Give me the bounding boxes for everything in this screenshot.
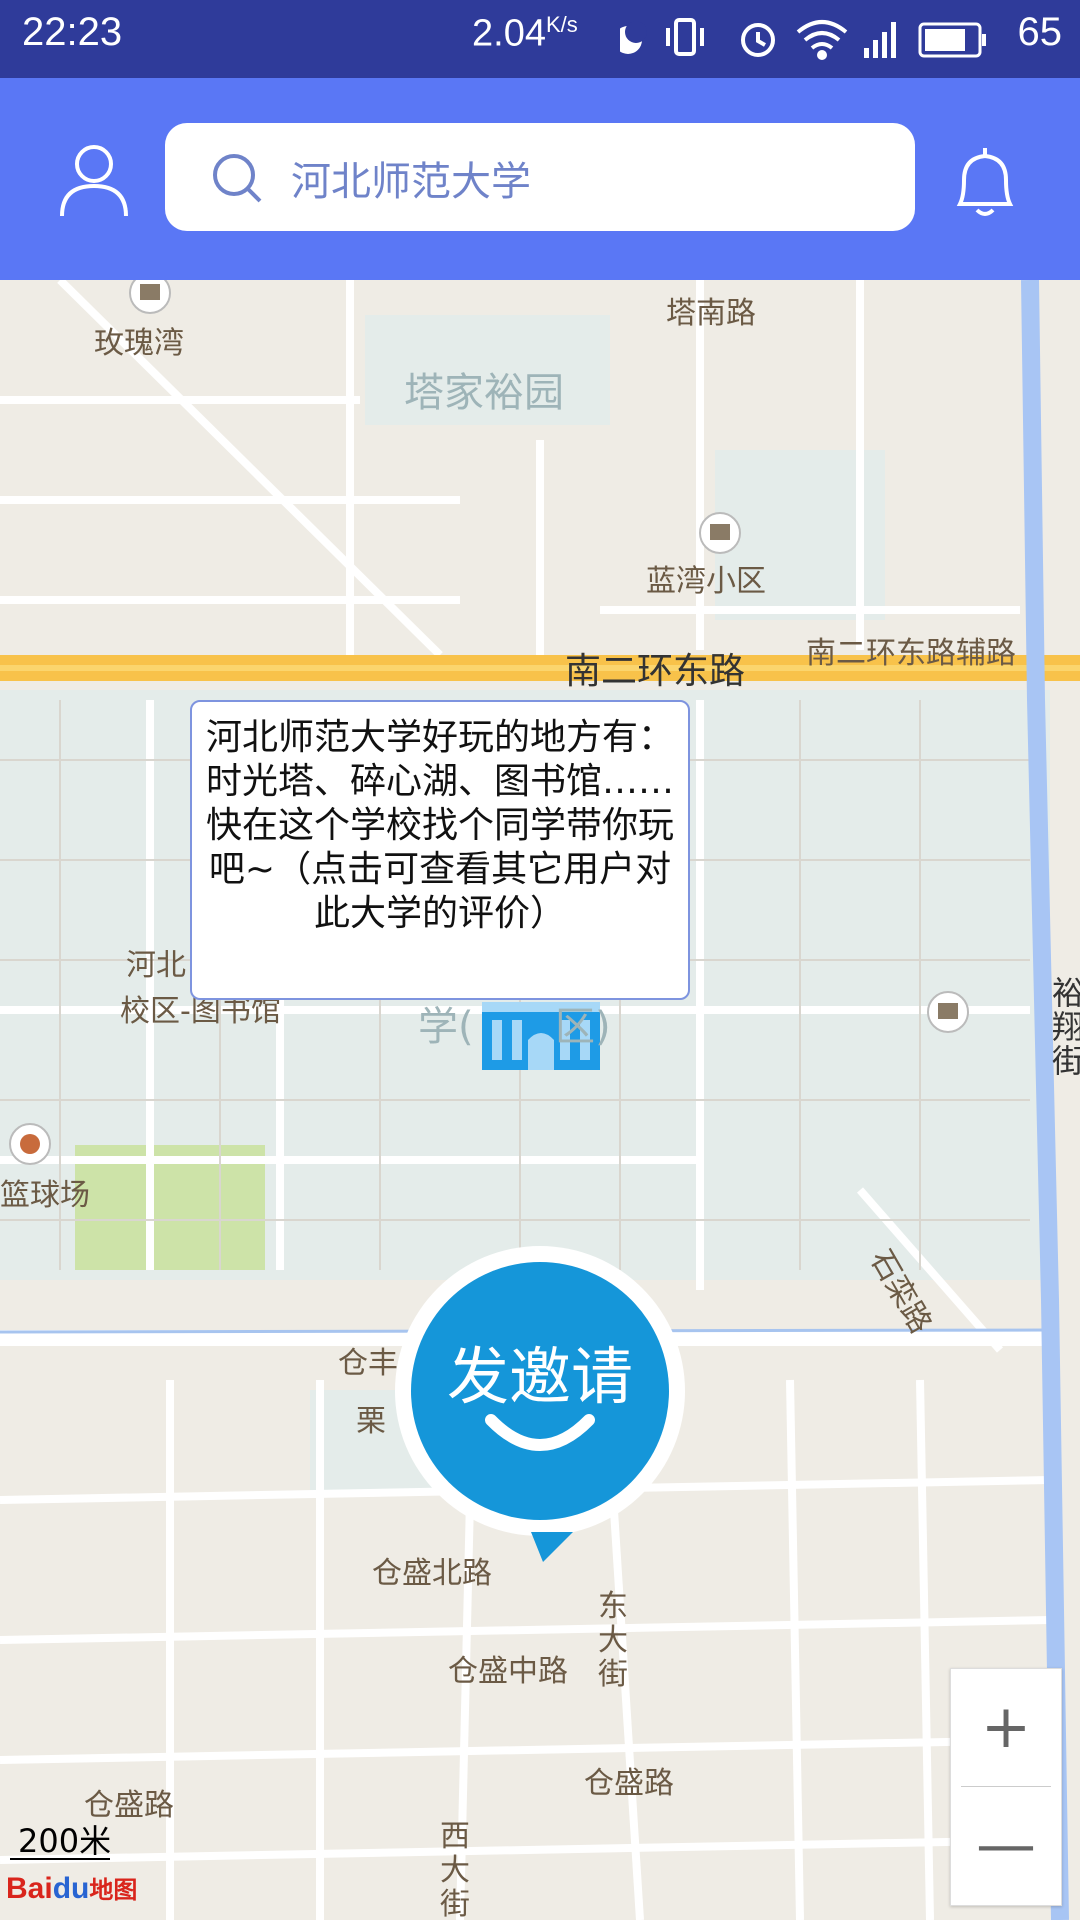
zoom-in-button[interactable]: + [951, 1669, 1061, 1785]
status-time: 22:23 [22, 10, 123, 54]
map-label-road: 南二环东路 [565, 651, 746, 692]
battery-percent: 65 [1017, 10, 1063, 54]
map-label: 玫瑰湾 [94, 326, 184, 361]
status-icons [620, 18, 986, 60]
search-input[interactable]: 河北师范大学 [165, 123, 915, 231]
invite-button-ring: 发邀请 [395, 1246, 685, 1562]
popup-text: 河北师范大学好玩的地方有：时光塔、碎心湖、图书馆……快在这个学校找个同学带你玩吧… [206, 717, 675, 934]
invite-button-face: 发邀请 [411, 1262, 669, 1562]
map-label: 河北 [126, 948, 186, 983]
wifi-icon [796, 20, 848, 60]
map-scale-label: 200米 [18, 1822, 112, 1860]
map-label: 塔家裕园 [404, 370, 564, 416]
map-scale-bar [10, 1858, 110, 1860]
map-label: 仓丰 [338, 1346, 398, 1381]
search-icon [213, 154, 262, 203]
battery-icon [918, 22, 986, 58]
map-label: 南二环东路辅路 [806, 636, 1016, 671]
search-value: 河北师范大学 [291, 159, 531, 205]
vibrate-icon [666, 18, 704, 56]
map-view[interactable]: 玫瑰湾 塔南路 塔家裕园 蓝湾小区 南二环东路 南二环东路辅路 河北 校区-图书… [0, 280, 1080, 1920]
profile-icon[interactable] [58, 142, 130, 218]
invite-label: 发邀请 [446, 1340, 633, 1413]
map-label: 塔南路 [666, 296, 756, 331]
map-label: 区) [555, 1004, 611, 1050]
map-label: 仓盛路 [584, 1766, 674, 1801]
zoom-out-button[interactable]: — [951, 1787, 1061, 1905]
smile-icon [485, 1414, 595, 1451]
map-label: 篮球场 [0, 1178, 90, 1213]
4g-signal-icon [864, 22, 896, 58]
invite-button[interactable]: 发邀请 [395, 1246, 685, 1562]
network-speed: 2.04K/s [472, 12, 578, 55]
status-bar: 22:23 2.04K/s 65 [0, 0, 1080, 78]
info-popup[interactable]: 河北师范大学好玩的地方有：时光塔、碎心湖、图书馆……快在这个学校找个同学带你玩吧… [190, 700, 690, 1000]
map-label: 栗 [356, 1404, 386, 1439]
moon-icon [620, 21, 647, 54]
map-label: 东大街 [598, 1589, 628, 1692]
header: 河北师范大学 [0, 78, 1080, 280]
zoom-controls: + — [950, 1668, 1062, 1906]
bell-icon[interactable] [950, 144, 1020, 220]
alarm-icon [741, 23, 775, 57]
map-label: 学( [418, 1004, 474, 1050]
map-label: 裕翔街 [1052, 974, 1080, 1080]
map-label: 西大街 [440, 1819, 470, 1920]
map-label: 仓盛中路 [448, 1654, 568, 1689]
map-label: 蓝湾小区 [646, 564, 766, 599]
speech-tail [531, 1532, 573, 1562]
map-label: 仓盛北路 [372, 1556, 492, 1591]
baidu-map-logo: Baidu地图 [6, 1872, 138, 1905]
